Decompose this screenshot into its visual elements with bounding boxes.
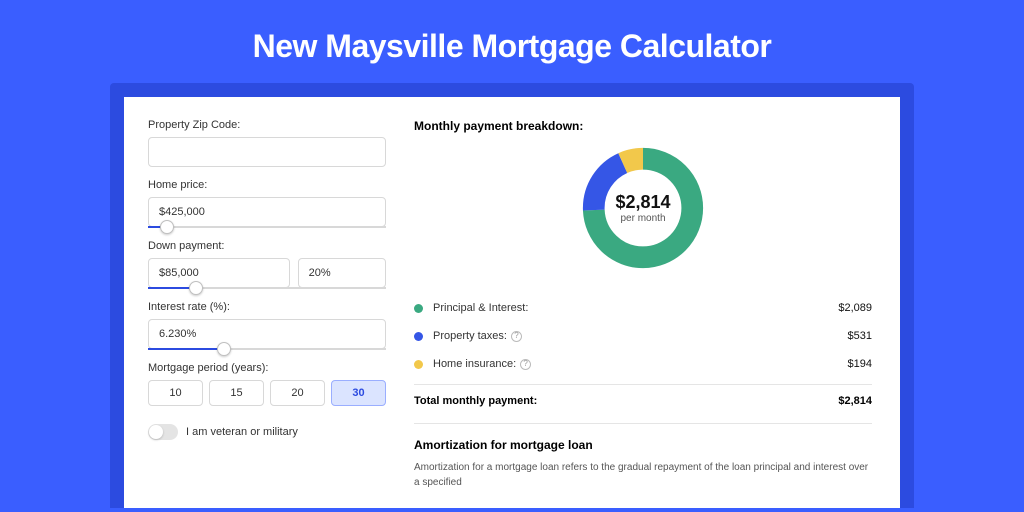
rate-input[interactable] [148, 319, 386, 349]
legend-principal-value: $2,089 [838, 302, 872, 314]
period-option-10[interactable]: 10 [148, 380, 203, 406]
donut-chart: $2,814 per month [578, 143, 708, 273]
legend-insurance-label: Home insurance: ? [433, 358, 848, 370]
down-pct-input[interactable] [298, 258, 386, 288]
zip-input[interactable] [148, 137, 386, 167]
down-field-group: Down payment: [148, 240, 386, 289]
zip-field-group: Property Zip Code: [148, 119, 386, 167]
breakdown-title: Monthly payment breakdown: [414, 119, 872, 133]
legend-insurance-text: Home insurance: [433, 358, 516, 370]
down-slider-handle[interactable] [189, 281, 203, 295]
page-title: New Maysville Mortgage Calculator [0, 0, 1024, 83]
legend-insurance-value: $194 [848, 358, 872, 370]
period-option-20[interactable]: 20 [270, 380, 325, 406]
period-options: 10 15 20 30 [148, 380, 386, 406]
price-input[interactable] [148, 197, 386, 227]
down-label: Down payment: [148, 240, 386, 252]
calculator-card: Property Zip Code: Home price: Down paym… [124, 97, 900, 508]
dot-insurance [414, 360, 423, 369]
rate-slider-fill [148, 348, 224, 350]
down-amount-input[interactable] [148, 258, 290, 288]
rate-label: Interest rate (%): [148, 301, 386, 313]
price-slider-handle[interactable] [160, 220, 174, 234]
info-icon[interactable]: ? [520, 359, 531, 370]
down-slider[interactable] [148, 287, 386, 289]
rate-slider-handle[interactable] [217, 342, 231, 356]
total-row: Total monthly payment: $2,814 [414, 384, 872, 407]
veteran-toggle[interactable] [148, 424, 178, 440]
zip-label: Property Zip Code: [148, 119, 386, 131]
legend-insurance: Home insurance: ? $194 [414, 350, 872, 378]
legend-principal-text: Principal & Interest: [433, 302, 528, 314]
inputs-column: Property Zip Code: Home price: Down paym… [124, 97, 404, 508]
legend-taxes-text: Property taxes: [433, 330, 507, 342]
amortization-title: Amortization for mortgage loan [414, 438, 872, 452]
dot-taxes [414, 332, 423, 341]
legend-principal-label: Principal & Interest: [433, 302, 838, 314]
toggle-knob [149, 425, 163, 439]
period-label: Mortgage period (years): [148, 362, 386, 374]
donut-center: $2,814 per month [578, 143, 708, 273]
price-label: Home price: [148, 179, 386, 191]
amortization-block: Amortization for mortgage loan Amortizat… [414, 423, 872, 490]
price-field-group: Home price: [148, 179, 386, 228]
veteran-row: I am veteran or military [148, 424, 386, 440]
period-option-30[interactable]: 30 [331, 380, 386, 406]
breakdown-column: Monthly payment breakdown: $2,814 per mo… [404, 97, 900, 508]
total-value: $2,814 [838, 395, 872, 407]
rate-field-group: Interest rate (%): [148, 301, 386, 350]
period-option-15[interactable]: 15 [209, 380, 264, 406]
legend-taxes-label: Property taxes: ? [433, 330, 848, 342]
total-label: Total monthly payment: [414, 395, 838, 407]
donut-sub: per month [620, 213, 665, 224]
rate-slider[interactable] [148, 348, 386, 350]
legend-taxes-value: $531 [848, 330, 872, 342]
calculator-panel: Property Zip Code: Home price: Down paym… [110, 83, 914, 508]
dot-principal [414, 304, 423, 313]
donut-chart-wrap: $2,814 per month [414, 143, 872, 273]
price-slider[interactable] [148, 226, 386, 228]
info-icon[interactable]: ? [511, 331, 522, 342]
period-field-group: Mortgage period (years): 10 15 20 30 [148, 362, 386, 406]
legend-principal: Principal & Interest: $2,089 [414, 293, 872, 322]
donut-amount: $2,814 [615, 192, 670, 213]
legend-taxes: Property taxes: ? $531 [414, 322, 872, 350]
veteran-label: I am veteran or military [186, 426, 298, 438]
amortization-text: Amortization for a mortgage loan refers … [414, 460, 872, 490]
